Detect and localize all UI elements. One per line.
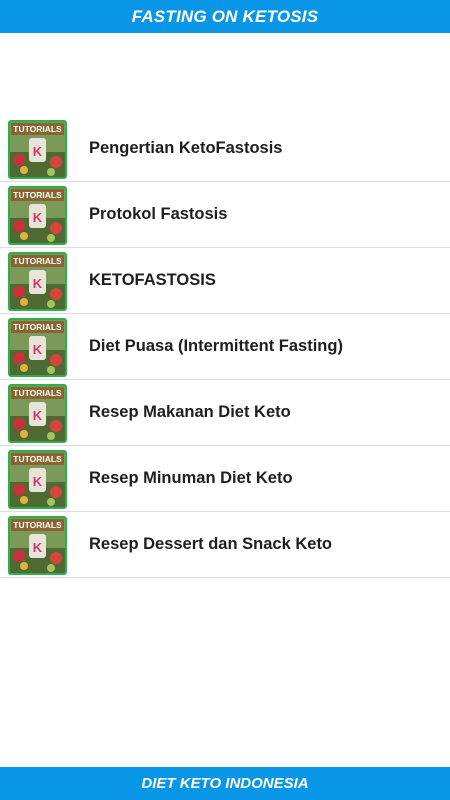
menu-item[interactable]: K TUTORIALS Resep Makanan Diet Keto xyxy=(0,380,450,446)
svg-text:TUTORIALS: TUTORIALS xyxy=(13,124,62,134)
menu-item-label: Protokol Fastosis xyxy=(89,205,228,223)
tutorial-thumbnail-icon: K TUTORIALS xyxy=(8,252,67,311)
svg-text:K: K xyxy=(33,276,43,291)
svg-text:TUTORIALS: TUTORIALS xyxy=(13,322,62,332)
menu-item[interactable]: K TUTORIALS KETOFASTOSIS xyxy=(0,248,450,314)
tutorial-thumbnail-icon: K TUTORIALS xyxy=(8,450,67,509)
app-footer: DIET KETO INDONESIA xyxy=(0,767,450,800)
menu-item-label: Pengertian KetoFastosis xyxy=(89,139,283,157)
menu-item[interactable]: K TUTORIALS Resep Dessert dan Snack Keto xyxy=(0,512,450,578)
svg-text:K: K xyxy=(33,144,43,159)
tutorial-thumbnail-icon: K TUTORIALS xyxy=(8,384,67,443)
footer-title: DIET KETO INDONESIA xyxy=(141,775,309,792)
svg-text:TUTORIALS: TUTORIALS xyxy=(13,190,62,200)
menu-item-label: Resep Dessert dan Snack Keto xyxy=(89,535,333,553)
tutorial-thumbnail-icon: K TUTORIALS xyxy=(8,120,67,179)
tutorial-thumbnail-icon: K TUTORIALS xyxy=(8,318,67,377)
menu-item-label: Diet Puasa (Intermittent Fasting) xyxy=(89,337,343,355)
app-header: FASTING ON KETOSIS xyxy=(0,0,450,33)
menu-list: K TUTORIALS Pengertian KetoFastosis K TUT… xyxy=(0,116,450,578)
menu-item-label: Resep Minuman Diet Keto xyxy=(89,469,293,487)
svg-text:TUTORIALS: TUTORIALS xyxy=(13,454,62,464)
svg-text:TUTORIALS: TUTORIALS xyxy=(13,388,62,398)
svg-text:TUTORIALS: TUTORIALS xyxy=(13,520,62,530)
menu-item[interactable]: K TUTORIALS Resep Minuman Diet Keto xyxy=(0,446,450,512)
svg-text:K: K xyxy=(33,540,43,555)
app-title: FASTING ON KETOSIS xyxy=(131,6,319,26)
svg-text:K: K xyxy=(33,210,43,225)
svg-text:TUTORIALS: TUTORIALS xyxy=(13,256,62,266)
svg-text:K: K xyxy=(33,474,43,489)
menu-item[interactable]: K TUTORIALS Pengertian KetoFastosis xyxy=(0,116,450,182)
menu-item-label: KETOFASTOSIS xyxy=(89,271,216,289)
menu-item-label: Resep Makanan Diet Keto xyxy=(89,403,291,421)
menu-item[interactable]: K TUTORIALS Protokol Fastosis xyxy=(0,182,450,248)
menu-item[interactable]: K TUTORIALS Diet Puasa (Intermittent Fast… xyxy=(0,314,450,380)
svg-text:K: K xyxy=(33,342,43,357)
tutorial-thumbnail-icon: K TUTORIALS xyxy=(8,516,67,575)
tutorial-thumbnail-icon: K TUTORIALS xyxy=(8,186,67,245)
svg-text:K: K xyxy=(33,408,43,423)
